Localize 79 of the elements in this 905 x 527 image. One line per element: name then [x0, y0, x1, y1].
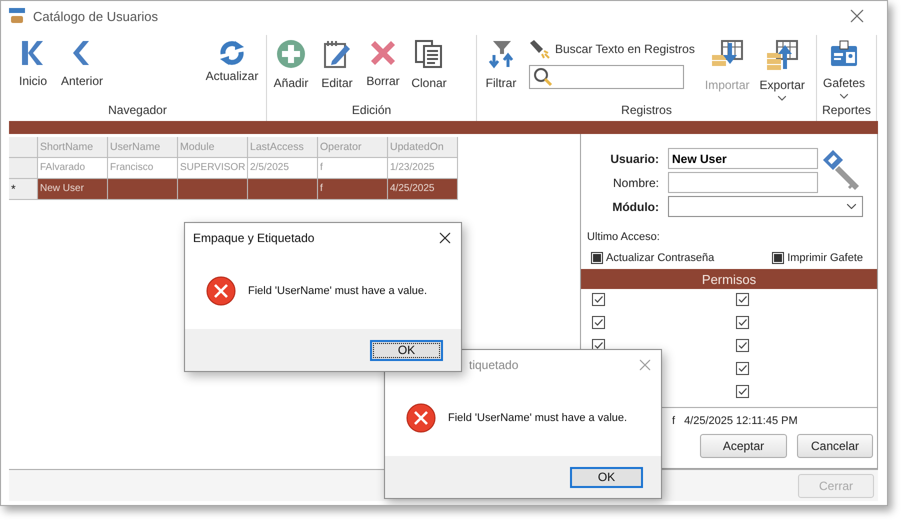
- delete-icon: [369, 39, 397, 67]
- table-cell: Francisco: [108, 158, 178, 179]
- badge-button[interactable]: Gafetes: [823, 39, 866, 99]
- first-button[interactable]: Inicio: [15, 39, 51, 88]
- window-title: Catálogo de Usuarios: [33, 8, 160, 24]
- app-icon: [9, 8, 25, 24]
- refresh-button[interactable]: Actualizar: [204, 39, 260, 83]
- group-label: Edición: [352, 103, 392, 117]
- checkmark-icon: [737, 317, 748, 328]
- edit-button[interactable]: Editar: [319, 39, 355, 90]
- error-icon: [406, 403, 436, 433]
- cancel-button[interactable]: Cancelar: [797, 434, 873, 458]
- clone-button[interactable]: Clonar: [411, 39, 447, 90]
- prev-button[interactable]: Anterior: [61, 39, 104, 88]
- table-cell: SUPERVISOR: [178, 158, 248, 179]
- checkmark-icon: [737, 363, 748, 374]
- table-cell: 1/23/2025: [388, 158, 458, 179]
- last-access-label: Ultimo Acceso:: [586, 230, 661, 243]
- corner-cell: [9, 137, 38, 158]
- checkmark-icon: [737, 386, 748, 397]
- checkmark-icon: [737, 294, 748, 305]
- permission-checkbox[interactable]: [736, 293, 749, 306]
- filter-button[interactable]: Filtrar: [483, 39, 519, 90]
- module-select[interactable]: [668, 196, 863, 217]
- add-button[interactable]: Añadir: [273, 39, 309, 90]
- permissions-header: Permisos: [581, 269, 877, 289]
- operator-text: f: [672, 415, 676, 427]
- export-icon: [765, 39, 800, 71]
- table-cell: f: [318, 179, 388, 200]
- error-icon: [206, 276, 236, 306]
- group-label: Reportes: [822, 103, 871, 117]
- dialog-title: tiquetado: [468, 358, 518, 372]
- permission-checkbox[interactable]: [592, 316, 605, 329]
- table-cell: New User: [38, 179, 108, 200]
- error-message: Field 'UserName' must have a value.: [248, 285, 428, 297]
- refresh-icon: [218, 39, 246, 67]
- field-label: Nombre:: [612, 176, 659, 190]
- search-field[interactable]: [529, 65, 684, 89]
- close-icon[interactable]: [439, 232, 451, 244]
- edit-icon: [322, 39, 352, 69]
- copy-icon: [414, 39, 444, 69]
- group-label: Navegador: [108, 103, 167, 117]
- accept-button[interactable]: Aceptar: [700, 434, 787, 458]
- delete-button[interactable]: Borrar: [365, 39, 401, 88]
- table-cell: 2/5/2025: [248, 158, 318, 179]
- permission-checkbox[interactable]: [736, 339, 749, 352]
- close-button[interactable]: [849, 8, 865, 24]
- text-field[interactable]: New User: [668, 148, 818, 169]
- table-cell: f: [318, 158, 388, 179]
- search-icon: [533, 67, 553, 87]
- option-checkbox[interactable]: Imprimir Gafete: [772, 252, 863, 264]
- checkmark-icon: [593, 317, 604, 328]
- permission-checkbox[interactable]: [736, 385, 749, 398]
- group-label: Registros: [621, 103, 672, 117]
- checkmark-icon: [593, 294, 604, 305]
- ok-button[interactable]: OK: [570, 466, 643, 488]
- field-label: Usuario:: [609, 152, 659, 166]
- table-cell: FAlvarado: [38, 158, 108, 179]
- timestamp-text: 4/25/2025 12:11:45 PM: [684, 415, 798, 427]
- permission-checkbox[interactable]: [592, 293, 605, 306]
- export-button[interactable]: Exportar: [760, 39, 805, 101]
- field-label: Módulo:: [611, 200, 659, 214]
- dialog-title: Empaque y Etiquetado: [193, 231, 314, 245]
- filter-icon: [486, 39, 516, 69]
- row-header[interactable]: *: [9, 179, 38, 200]
- search-label: Buscar Texto en Registros: [555, 42, 695, 56]
- text-field[interactable]: [668, 172, 818, 193]
- badge-icon: [829, 39, 860, 69]
- add-icon: [276, 39, 306, 69]
- checkmark-icon: [737, 340, 748, 351]
- option-checkbox[interactable]: Actualizar Contraseña: [591, 252, 714, 264]
- flashlight-icon: [529, 39, 551, 59]
- caret-icon: [847, 204, 856, 209]
- error-message: Field 'UserName' must have a value.: [448, 412, 628, 424]
- checkmark-icon: [593, 340, 604, 351]
- table-cell: 4/25/2025: [388, 179, 458, 200]
- permission-checkbox[interactable]: [736, 316, 749, 329]
- permission-checkbox[interactable]: [736, 362, 749, 375]
- ok-button[interactable]: OK: [370, 340, 443, 360]
